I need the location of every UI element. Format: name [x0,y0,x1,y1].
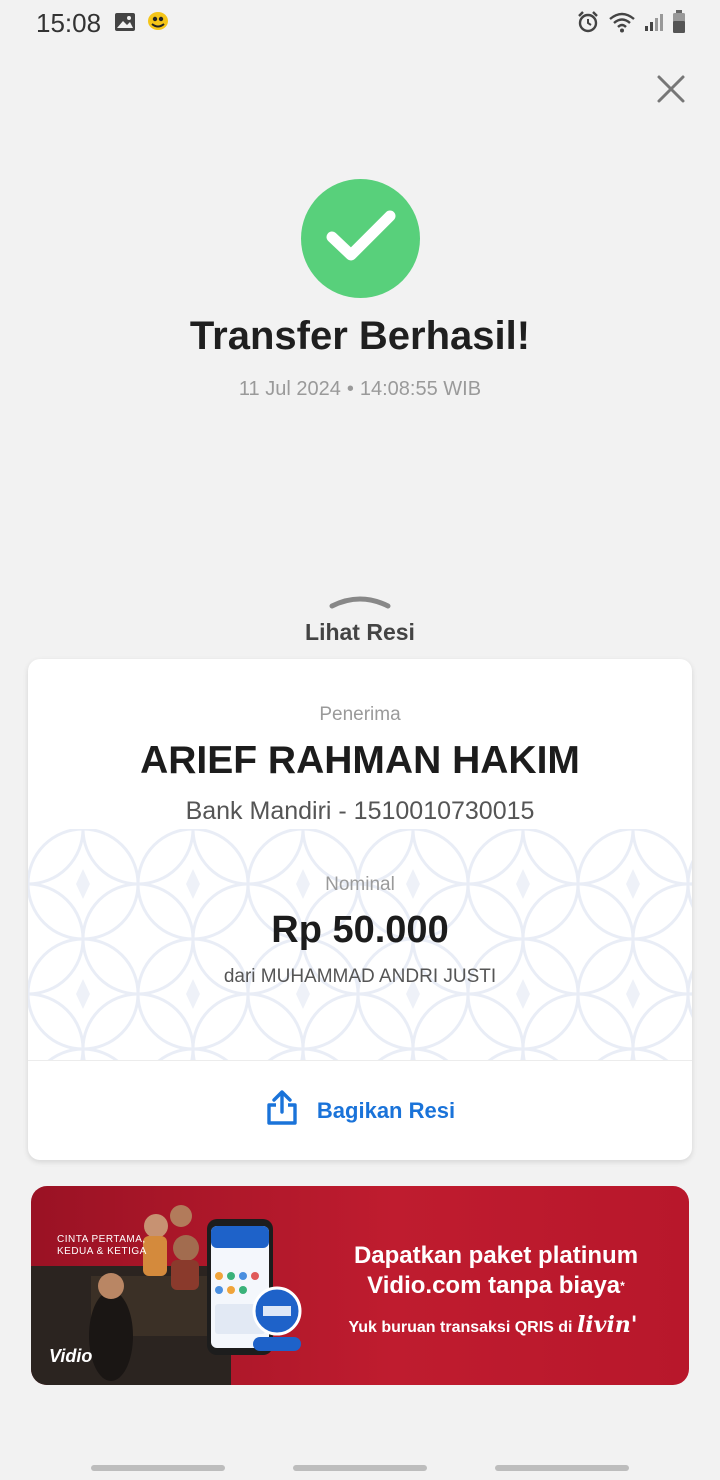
check-icon [326,208,396,269]
share-receipt-label: Bagikan Resi [316,1097,456,1123]
vidio-logo: Vidio [49,1346,93,1366]
promo-tagline-line-1: CINTA PERTAMA, [57,1234,146,1245]
transaction-time: 14:08:55 WIB [359,378,482,400]
sender-name: dari MUHAMMAD ANDRI JUSTI [223,966,497,987]
promo-tagline: CINTA PERTAMA, KEDUA & KETIGA [57,1234,147,1258]
receipt-card: Penerima ARIEF RAHMAN HAKIM Bank Mandiri… [28,659,692,1160]
promo-title: Dapatkan paket platinum Vidio.com tanpa … [331,1241,661,1301]
system-nav-bar [0,1455,720,1480]
nav-home-button[interactable] [293,1465,427,1471]
image-icon [114,12,136,37]
recipient-label: Penerima [319,704,401,725]
success-badge [301,179,420,298]
promo-tagline-line-2: KEDUA & KETIGA [57,1246,147,1257]
promo-title-line-1: Dapatkan paket platinum [353,1242,639,1269]
amount-label: Nominal [325,874,395,895]
recipient-bank: Bank Mandiri - 1510010730015 [185,797,535,825]
promo-title-mark: * [620,1279,625,1293]
promo-banner[interactable]: CINTA PERTAMA, KEDUA & KETIGA Vidio Dapa… [31,1186,689,1385]
transaction-datetime: 11 Jul 2024 • 14:08:55 WIB [0,378,720,401]
close-icon [656,74,686,109]
signal-icon [644,12,664,37]
app-notification-icon [146,10,170,37]
nav-recents-button[interactable] [91,1465,225,1471]
view-receipt-label: Lihat Resi [305,619,415,645]
promo-title-line-2: Vidio.com tanpa biaya [367,1272,621,1299]
wifi-icon [608,11,636,38]
promo-subtitle-text: Yuk buruan transaksi QRIS di [348,1319,573,1336]
page-title: Transfer Berhasil! [189,314,531,358]
battery-icon [672,10,686,39]
status-bar: 15:08 [0,0,720,46]
alarm-icon [576,10,600,39]
status-icons [576,10,686,39]
promo-subtitle: Yuk buruan transaksi QRIS di livin' [343,1312,643,1338]
status-time: 15:08 [36,8,102,38]
livin-logo: livin' [576,1312,638,1338]
recipient-name: ARIEF RAHMAN HAKIM [140,739,580,782]
share-icon [265,1090,299,1131]
amount-value: Rp 50.000 [271,909,449,951]
view-receipt-toggle[interactable]: Lihat Resi [0,592,720,646]
close-button[interactable] [650,70,692,112]
chevron-up-icon [0,592,720,615]
share-receipt-button[interactable]: Bagikan Resi [28,1061,692,1160]
transaction-date: 11 Jul 2024 [238,378,341,400]
datetime-separator: • [346,378,354,400]
nav-back-button[interactable] [495,1465,629,1471]
